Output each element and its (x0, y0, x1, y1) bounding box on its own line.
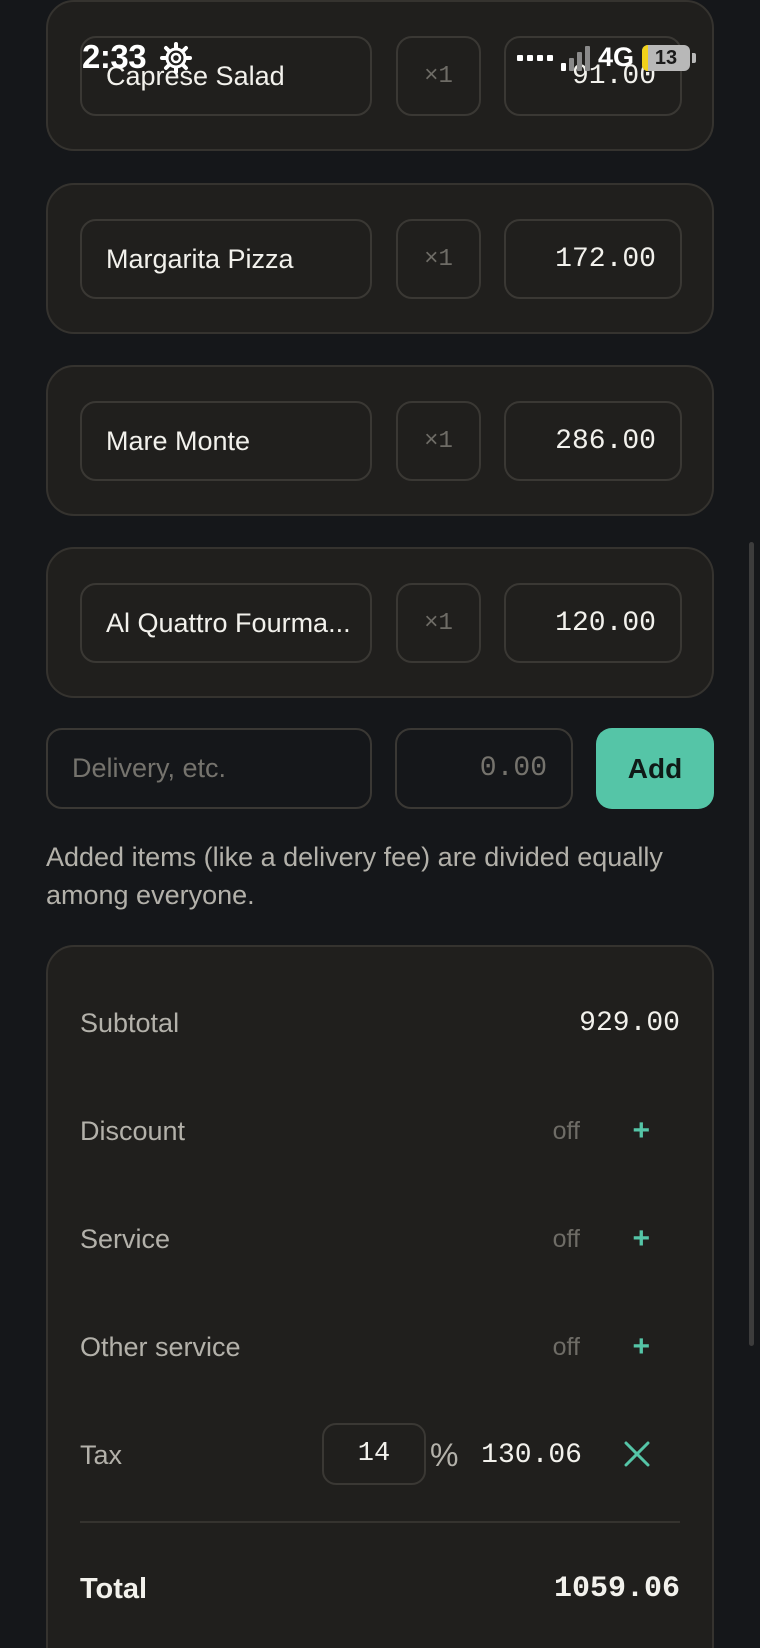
item-price-field[interactable]: 286.00 (504, 401, 682, 481)
other-service-label: Other service (80, 1331, 241, 1362)
battery-icon: 13 (642, 44, 690, 71)
other-service-state: off (552, 1332, 580, 1361)
battery-level: 13 (654, 46, 678, 69)
summary-card: Subtotal 929.00 Discount off + Service o… (46, 945, 714, 1648)
tax-label: Tax (80, 1439, 123, 1470)
item-name-field[interactable]: Margarita Pizza (80, 219, 372, 299)
service-label: Service (80, 1223, 171, 1254)
add-other-service-icon[interactable]: + (632, 1330, 650, 1364)
discount-row[interactable]: Discount off + (80, 1101, 680, 1161)
tax-rate-input[interactable]: 14 (322, 1423, 426, 1485)
item-name: Mare Monte (106, 425, 251, 456)
network-type: 4G (597, 42, 634, 72)
status-bar: 2:33 4G 13 (0, 38, 760, 78)
summary-divider (80, 1521, 680, 1523)
added-items-hint: Added items (like a delivery fee) are di… (46, 842, 663, 910)
subtotal-row: Subtotal 929.00 (80, 993, 680, 1053)
service-state: off (552, 1224, 580, 1253)
item-qty-field[interactable]: ×1 (396, 401, 481, 481)
dots-icon (516, 54, 553, 61)
other-service-row[interactable]: Other service off + (80, 1317, 680, 1377)
extra-item-price-input[interactable]: 0.00 (395, 728, 573, 809)
item-name-field[interactable]: Mare Monte (80, 401, 372, 481)
item-name-field[interactable]: Al Quattro Fourma... (80, 583, 372, 663)
total-value: 1059.06 (553, 1572, 680, 1606)
percent-sign: % (430, 1436, 459, 1473)
tax-row: Tax 14 % 130.06 (80, 1423, 680, 1485)
battery-tip (692, 52, 696, 63)
subtotal-label: Subtotal (80, 1007, 180, 1038)
item-card: Mare Monte ×1 286.00 (46, 365, 714, 516)
item-card: Al Quattro Fourma... ×1 120.00 (46, 547, 714, 698)
add-service-icon[interactable]: + (632, 1222, 650, 1256)
close-icon[interactable] (622, 1439, 652, 1469)
add-item-row: Delivery, etc. 0.00 Add (46, 728, 714, 809)
subtotal-value: 929.00 (579, 1007, 680, 1039)
gear-icon (160, 42, 192, 74)
item-card: Margarita Pizza ×1 172.00 (46, 183, 714, 334)
item-qty-field[interactable]: ×1 (396, 583, 481, 663)
status-indicators: 4G 13 (516, 42, 696, 73)
item-price-field[interactable]: 120.00 (504, 583, 682, 663)
extra-item-name-input[interactable]: Delivery, etc. (46, 728, 372, 809)
bill-split-screen: 2:33 4G 13 Caprese Salad ×1 91.00 Margar… (0, 0, 760, 1648)
scrollbar[interactable] (749, 542, 754, 1346)
discount-state: off (552, 1116, 580, 1145)
item-price-field[interactable]: 172.00 (504, 219, 682, 299)
item-name: Margarita Pizza (106, 243, 294, 274)
add-discount-icon[interactable]: + (632, 1114, 650, 1148)
discount-label: Discount (80, 1115, 186, 1146)
total-label: Total (80, 1572, 148, 1605)
add-button[interactable]: Add (596, 728, 714, 809)
item-qty-field[interactable]: ×1 (396, 219, 481, 299)
service-row[interactable]: Service off + (80, 1209, 680, 1269)
total-row: Total 1059.06 (80, 1559, 680, 1619)
tax-amount: 130.06 (481, 1439, 582, 1471)
signal-icon (560, 45, 590, 71)
item-name: Al Quattro Fourma... (106, 607, 351, 638)
status-time: 2:33 (82, 38, 147, 75)
